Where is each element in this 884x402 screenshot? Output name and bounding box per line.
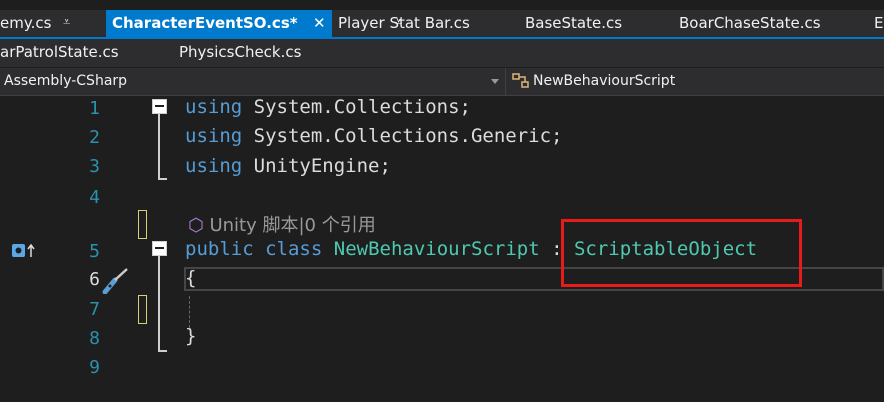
quick-actions-screwdriver-icon[interactable] [101, 266, 131, 295]
line-number-current: 6 [89, 269, 100, 290]
collapse-icon[interactable] [152, 99, 167, 114]
outline-guide [158, 114, 160, 180]
class-dropdown[interactable]: NewBehaviourScript [533, 68, 675, 94]
keyword: using [185, 155, 243, 177]
tab-boar-chase-state[interactable]: BoarChaseState.cs [679, 10, 821, 38]
code-line-6[interactable]: { [185, 267, 196, 289]
navigation-bar: Assembly-CSharp NewBehaviourScript [0, 68, 884, 96]
codelens-text: Unity 脚本|0 个引用 [209, 215, 376, 236]
class-name: NewBehaviourScript [333, 238, 540, 260]
project-label: Assembly-CSharp [4, 73, 128, 89]
keyword: public [185, 238, 254, 260]
unity-icon: ⬡ [188, 215, 204, 236]
tab-player-stat-bar[interactable]: Player Stat Bar.cs [338, 10, 470, 38]
chevron-down-icon[interactable] [491, 79, 499, 84]
project-dropdown[interactable]: Assembly-CSharp [0, 68, 502, 95]
keyword: class [265, 238, 323, 260]
code-text: System.Collections; [242, 96, 471, 118]
navbar-divider [505, 68, 506, 95]
tab-enemy[interactable]: emy.cs [0, 10, 51, 38]
code-line-8[interactable]: } [185, 325, 196, 347]
tab-character-event-so[interactable]: CharacterEventSO.cs* ⩡ ✕ [106, 10, 402, 38]
codelens-hint[interactable]: ⬡ Unity 脚本|0 个引用 [188, 211, 376, 237]
indent-guide [189, 296, 190, 328]
outline-guide [158, 350, 167, 352]
tab-label: CharacterEventSO.cs* [112, 14, 298, 32]
pin-icon[interactable]: ⩡ [63, 10, 70, 36]
code-line-3[interactable]: using UnityEngine; [185, 155, 391, 177]
tab-underline [0, 37, 884, 39]
close-icon[interactable]: ✕ [313, 10, 326, 36]
line-number: 5 [89, 241, 100, 262]
outline-guide [158, 178, 167, 180]
line-number: 3 [89, 156, 100, 177]
line-number: 4 [89, 187, 100, 208]
line-number: 2 [89, 127, 100, 148]
tab-overflow[interactable]: E [874, 10, 883, 38]
keyword: using [185, 96, 243, 118]
change-marker [138, 210, 147, 239]
code-text: System.Collections.Generic; [242, 125, 563, 147]
line-number: 7 [89, 299, 100, 320]
tab-row-2: arPatrolState.cs PhysicsCheck.cs [0, 39, 884, 67]
tab-base-state[interactable]: BaseState.cs [525, 10, 622, 38]
collapse-icon[interactable] [152, 241, 167, 256]
code-line-1[interactable]: using System.Collections; [185, 96, 471, 118]
code-line-2[interactable]: using System.Collections.Generic; [185, 125, 563, 147]
tab-boar-patrol-state[interactable]: arPatrolState.cs [0, 39, 119, 67]
line-number: 9 [89, 357, 100, 378]
tab-physics-check[interactable]: PhysicsCheck.cs [179, 39, 301, 67]
code-text: UnityEngine; [242, 155, 391, 177]
line-number: 1 [89, 98, 100, 119]
keyword: using [185, 125, 243, 147]
implements-indicator-icon[interactable] [11, 243, 35, 259]
change-marker [138, 295, 147, 324]
line-number: 8 [89, 328, 100, 349]
tab-row-1: emy.cs ⩡ CharacterEventSO.cs* ⩡ ✕ Player… [0, 10, 884, 38]
class-icon [512, 73, 530, 89]
outline-guide [158, 256, 160, 352]
highlight-annotation-box [561, 219, 802, 287]
